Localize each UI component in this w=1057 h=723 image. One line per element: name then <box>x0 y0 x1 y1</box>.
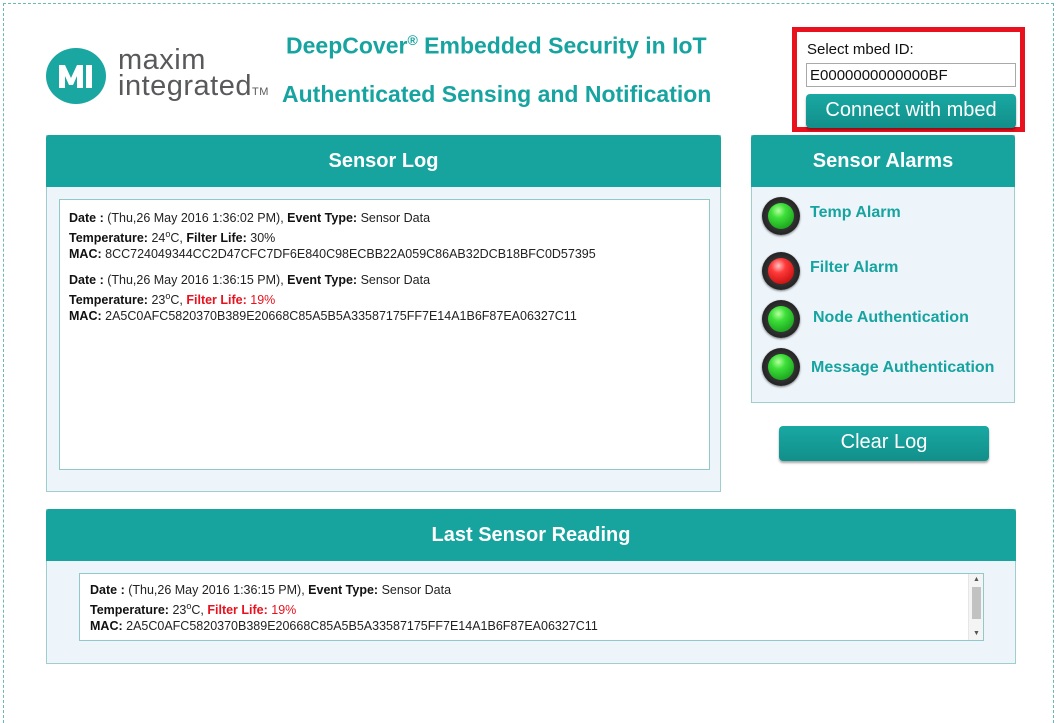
sensor-alarms-title: Sensor Alarms <box>751 135 1015 187</box>
scroll-up-arrow-icon[interactable]: ▲ <box>969 574 983 586</box>
scroll-thumb[interactable] <box>972 587 981 619</box>
last-reading-entry: Date : (Thu,26 May 2016 1:36:15 PM), Eve… <box>90 583 598 634</box>
filter-life-warning: Filter Life: 19% <box>207 603 297 618</box>
sensor-log-title: Sensor Log <box>46 135 721 187</box>
sensor-alarms-panel: Sensor Alarms Temp Alarm Filter Alarm No… <box>751 135 1015 403</box>
filter-life-warning: Filter Life: 19% <box>186 293 276 308</box>
logo-text-integrated: integratedTM <box>118 70 269 102</box>
page-subtitle: Authenticated Sensing and Notification <box>282 81 712 107</box>
clear-log-button[interactable]: Clear Log <box>779 426 989 461</box>
alarm-label: Filter Alarm <box>810 259 899 276</box>
alarm-label: Temp Alarm <box>810 204 901 221</box>
maxim-logo-icon <box>46 48 106 104</box>
temp-alarm-indicator-icon <box>762 197 800 235</box>
mbed-id-input[interactable] <box>806 63 1016 87</box>
mbed-id-label: Select mbed ID: <box>807 41 914 58</box>
log-entry: Date : (Thu,26 May 2016 1:36:15 PM), Eve… <box>69 273 577 324</box>
connect-mbed-button[interactable]: Connect with mbed <box>806 94 1016 128</box>
last-reading-area[interactable]: Date : (Thu,26 May 2016 1:36:15 PM), Eve… <box>79 573 984 641</box>
page-title: DeepCover® Embedded Security in IoT <box>286 32 707 59</box>
node-auth-indicator-icon <box>762 300 800 338</box>
sensor-log-panel: Sensor Log Date : (Thu,26 May 2016 1:36:… <box>46 135 721 492</box>
scroll-down-arrow-icon[interactable]: ▼ <box>969 628 983 640</box>
last-reading-title: Last Sensor Reading <box>46 509 1016 561</box>
trademark: TM <box>252 86 269 98</box>
sensor-log-area[interactable]: Date : (Thu,26 May 2016 1:36:02 PM), Eve… <box>59 199 710 470</box>
filter-alarm-indicator-icon <box>762 252 800 290</box>
mbed-selector: Select mbed ID: Connect with mbed <box>792 27 1025 132</box>
alarm-label: Node Authentication <box>813 309 969 326</box>
last-reading-panel: Last Sensor Reading Date : (Thu,26 May 2… <box>46 509 1016 664</box>
message-auth-indicator-icon <box>762 348 800 386</box>
alarm-label: Message Authentication <box>811 359 995 376</box>
scrollbar[interactable]: ▲ ▼ <box>968 574 983 640</box>
log-entry: Date : (Thu,26 May 2016 1:36:02 PM), Eve… <box>69 211 596 262</box>
